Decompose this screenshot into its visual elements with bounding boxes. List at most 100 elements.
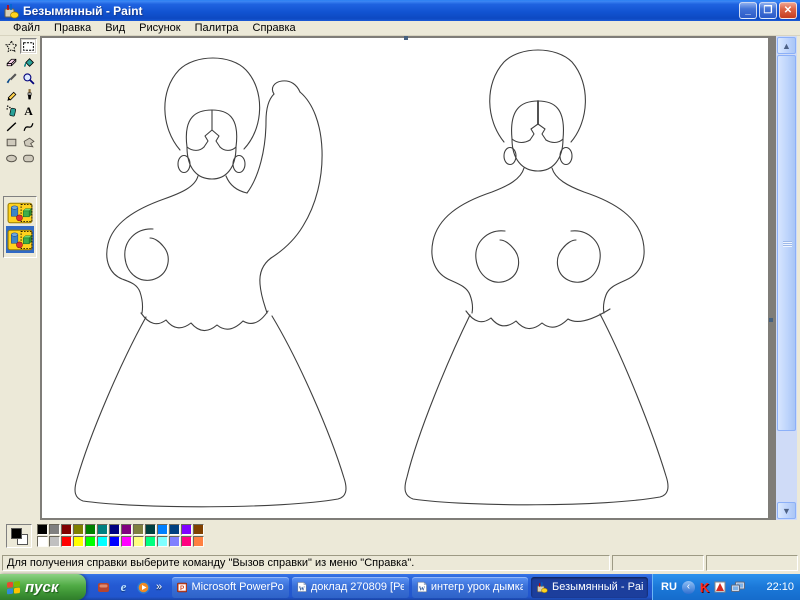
word-document-icon: W	[417, 581, 427, 593]
palette-color-0-0[interactable]	[37, 524, 48, 535]
palette-color-0-8[interactable]	[133, 524, 144, 535]
rectangle-icon[interactable]	[3, 134, 20, 150]
palette-color-0-1[interactable]	[49, 524, 60, 535]
current-colors-indicator	[6, 524, 32, 548]
palette-color-1-10[interactable]	[157, 536, 168, 547]
palette-color-0-10[interactable]	[157, 524, 168, 535]
task-button-doc-urok[interactable]: W интегр урок дымка ...	[411, 576, 529, 598]
network-monitors-icon[interactable]	[731, 581, 746, 593]
fill-with-color-icon[interactable]	[20, 54, 37, 70]
media-player-icon[interactable]	[136, 580, 151, 595]
eraser-icon[interactable]	[3, 54, 20, 70]
selection-opaque-option-icon[interactable]	[6, 199, 34, 226]
selection-transparent-option-icon[interactable]	[6, 226, 34, 253]
quick-launch-overflow-chevron[interactable]: »	[156, 581, 162, 593]
palette-color-0-3[interactable]	[73, 524, 84, 535]
palette-color-0-12[interactable]	[181, 524, 192, 535]
start-button[interactable]: пуск	[0, 574, 86, 600]
restore-button[interactable]: ❐	[759, 2, 777, 19]
brush-icon[interactable]	[20, 86, 37, 102]
language-indicator[interactable]: RU	[661, 581, 677, 593]
drawing-figure-left	[74, 57, 347, 508]
palette-color-1-8[interactable]	[133, 536, 144, 547]
scroll-down-button[interactable]: ▼	[777, 502, 796, 519]
drawing-canvas[interactable]	[42, 38, 768, 518]
window-title: Безымянный - Paint	[23, 3, 143, 18]
menu-palette[interactable]: Палитра	[188, 21, 246, 35]
scrollbar-grip	[783, 241, 792, 247]
palette-color-0-2[interactable]	[61, 524, 72, 535]
task-button-doc-doklad[interactable]: W доклад 270809 [Реж...	[291, 576, 409, 598]
scrollbar-thumb[interactable]	[777, 55, 796, 431]
task-label: интегр урок дымка ...	[430, 581, 524, 593]
menu-bar: Файл Правка Вид Рисунок Палитра Справка	[0, 21, 800, 36]
palette-color-0-9[interactable]	[145, 524, 156, 535]
start-button-label: пуск	[25, 578, 59, 596]
internet-explorer-icon[interactable]: e	[116, 579, 131, 595]
hide-icons-chevron-icon[interactable]: ‹	[681, 580, 695, 594]
select-icon[interactable]	[20, 38, 37, 54]
kaspersky-icon[interactable]: K	[700, 580, 709, 595]
palette-color-1-5[interactable]	[97, 536, 108, 547]
palette-color-0-7[interactable]	[121, 524, 132, 535]
palette-color-0-5[interactable]	[97, 524, 108, 535]
palette-color-1-12[interactable]	[181, 536, 192, 547]
curve-icon[interactable]	[20, 118, 37, 134]
system-tray: RU ‹ K 22:10	[652, 574, 800, 600]
quick-launch-area: e »	[86, 574, 168, 600]
palette-color-0-6[interactable]	[109, 524, 120, 535]
palette-color-0-4[interactable]	[85, 524, 96, 535]
palette-color-1-2[interactable]	[61, 536, 72, 547]
menu-image[interactable]: Рисунок	[132, 21, 188, 35]
ellipse-icon[interactable]	[3, 150, 20, 166]
text-icon[interactable]: A	[20, 102, 37, 118]
rounded-rectangle-icon[interactable]	[20, 150, 37, 166]
palette-color-1-3[interactable]	[73, 536, 84, 547]
tray-clock[interactable]: 22:10	[766, 581, 794, 593]
close-button[interactable]: ✕	[779, 2, 797, 19]
palette-color-1-13[interactable]	[193, 536, 204, 547]
red-app-icon[interactable]	[714, 581, 726, 593]
palette-color-1-1[interactable]	[49, 536, 60, 547]
menu-help[interactable]: Справка	[246, 21, 303, 35]
windows-flag-icon	[7, 580, 20, 594]
paint-app-icon	[4, 3, 19, 18]
palette-color-0-11[interactable]	[169, 524, 180, 535]
palette-color-1-0[interactable]	[37, 536, 48, 547]
polygon-icon[interactable]	[20, 134, 37, 150]
task-button-powerpoint[interactable]: P Microsoft PowerPoint ...	[172, 576, 289, 598]
color-palette-bar	[0, 520, 800, 552]
palette-color-1-6[interactable]	[109, 536, 120, 547]
minimize-button[interactable]: _	[739, 2, 757, 19]
palette-color-1-7[interactable]	[121, 536, 132, 547]
pick-color-icon[interactable]	[3, 70, 20, 86]
free-form-select-icon[interactable]	[3, 38, 20, 54]
menu-edit[interactable]: Правка	[47, 21, 98, 35]
magnifier-icon[interactable]	[20, 70, 37, 86]
canvas-workspace: ▲ ▼	[40, 36, 800, 520]
airbrush-icon[interactable]	[3, 102, 20, 118]
task-button-paint[interactable]: Безымянный - Paint	[531, 576, 648, 598]
foreground-color-swatch[interactable]	[11, 528, 22, 539]
canvas-resize-handle-top[interactable]	[404, 36, 408, 40]
palette-color-1-11[interactable]	[169, 536, 180, 547]
title-bar: Безымянный - Paint _ ❐ ✕	[0, 0, 800, 21]
palette-color-0-13[interactable]	[193, 524, 204, 535]
vertical-scrollbar[interactable]: ▲ ▼	[776, 36, 797, 520]
scroll-up-button[interactable]: ▲	[777, 37, 796, 54]
status-coordinates-pane	[612, 555, 704, 571]
tool-grid: A	[3, 38, 37, 166]
paint-icon	[537, 581, 548, 593]
menu-file[interactable]: Файл	[6, 21, 47, 35]
status-bar: Для получения справки выберите команду "…	[0, 552, 800, 574]
selection-options-panel	[3, 196, 37, 258]
canvas-resize-handle-right[interactable]	[769, 318, 773, 322]
menu-view[interactable]: Вид	[98, 21, 132, 35]
line-icon[interactable]	[3, 118, 20, 134]
status-help-text: Для получения справки выберите команду "…	[2, 555, 610, 571]
palette-color-1-9[interactable]	[145, 536, 156, 547]
desktop-app-icon[interactable]	[96, 580, 111, 595]
pencil-icon[interactable]	[3, 86, 20, 102]
svg-text:W: W	[418, 586, 425, 593]
palette-color-1-4[interactable]	[85, 536, 96, 547]
